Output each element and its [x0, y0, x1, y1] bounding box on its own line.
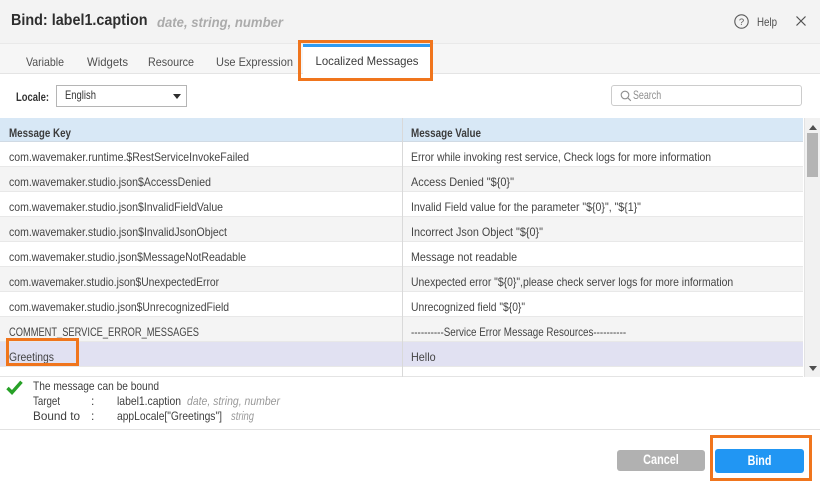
svg-text:?: ? — [739, 17, 744, 28]
